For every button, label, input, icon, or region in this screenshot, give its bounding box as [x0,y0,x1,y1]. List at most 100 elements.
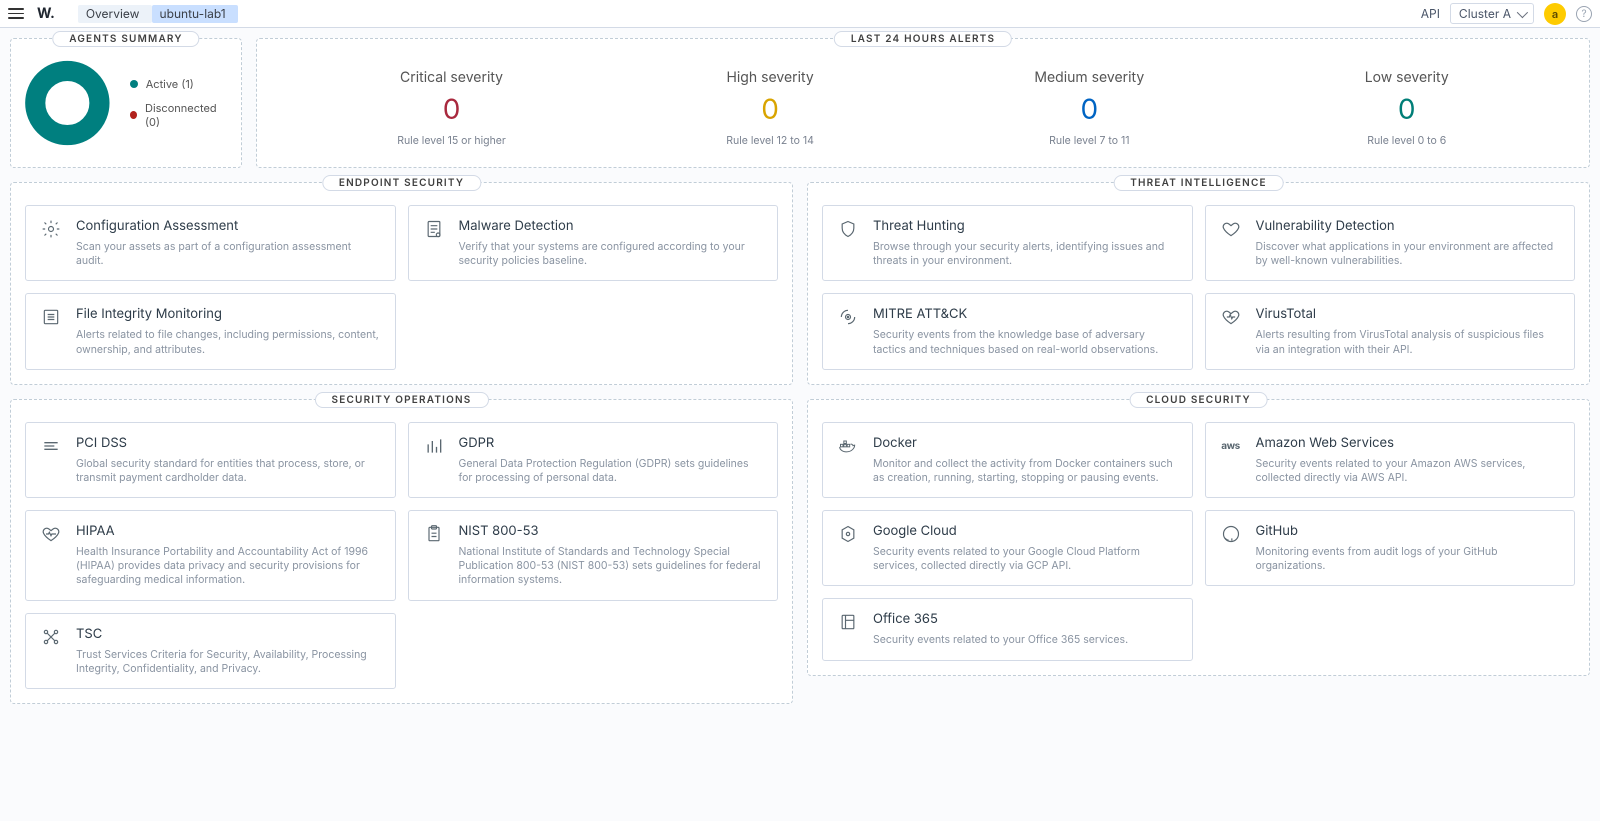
breadcrumbs: Overview ubuntu-lab1 [78,5,238,23]
card-amazon-web-services[interactable]: aws Amazon Web Services Security events re… [1205,422,1576,498]
docker-icon [837,435,859,457]
card-threat-hunting[interactable]: Threat Hunting Browse through your securi… [822,205,1193,281]
legend-dot-disconnected-icon [130,111,137,119]
listdoc-icon [40,306,62,328]
card-title: NIST 800-53 [459,523,764,539]
page-content: AGENTS SUMMARY Active (1) Disconnected (… [0,28,1600,714]
card-title: Office 365 [873,611,1178,627]
card-nist-800-53[interactable]: NIST 800-53 National Institute of Standar… [408,510,779,601]
card-title: PCI DSS [76,435,381,451]
legend-label-disconnected: Disconnected (0) [145,101,227,129]
card-title: HIPAA [76,523,381,539]
user-avatar[interactable]: a [1544,3,1566,25]
alert-col-low[interactable]: Low severity0Rule level 0 to 6 [1365,69,1449,147]
target-icon [837,306,859,328]
card-docker[interactable]: Docker Monitor and collect the activity f… [822,422,1193,498]
card-desc: Monitoring events from audit logs of you… [1256,545,1561,573]
card-desc: Global security standard for entities th… [76,457,381,485]
card-desc: Alerts resulting from VirusTotal analysi… [1256,328,1561,356]
heart-icon [1220,218,1242,240]
app-logo[interactable]: W. [33,5,59,22]
alert-rule: Rule level 12 to 14 [726,134,814,147]
menu-toggle-button[interactable] [8,6,24,22]
card-github[interactable]: GitHub Monitoring events from audit logs … [1205,510,1576,586]
endpoint-security-title: ENDPOINT SECURITY [322,175,481,191]
card-desc: General Data Protection Regulation (GDPR… [459,457,764,485]
alerts-panel: LAST 24 HOURS ALERTS Critical severity0R… [256,38,1590,168]
card-title: Google Cloud [873,523,1178,539]
pulse-icon [1220,306,1242,328]
card-desc: Security events from the knowledge base … [873,328,1178,356]
alert-label: High severity [726,69,814,86]
cloud-security-panel: CLOUD SECURITY DockerMonitor and collect… [807,399,1590,676]
card-gdpr[interactable]: GDPR General Data Protection Regulation (… [408,422,779,498]
agents-summary-title: AGENTS SUMMARY [52,31,199,47]
card-title: Docker [873,435,1178,451]
card-malware-detection[interactable]: Malware Detection Verify that your system… [408,205,779,281]
agents-legend: Active (1) Disconnected (0) [130,77,227,129]
office-icon [837,611,859,633]
alert-label: Low severity [1365,69,1449,86]
card-title: TSC [76,626,381,642]
card-title: Vulnerability Detection [1256,218,1561,234]
security-operations-panel: SECURITY OPERATIONS PCI DSSGlobal securi… [10,399,793,704]
bars-icon [423,435,445,457]
alerts-title: LAST 24 HOURS ALERTS [834,31,1012,47]
alert-rule: Rule level 15 or higher [397,134,506,147]
card-title: MITRE ATT&CK [873,306,1178,322]
clip-icon [423,523,445,545]
alert-col-critical[interactable]: Critical severity 0 Rule level 15 or highe… [397,69,506,147]
alert-label: Medium severity [1034,69,1144,86]
threat-intelligence-panel: THREAT INTELLIGENCE Threat HuntingBrowse… [807,182,1590,385]
card-google-cloud[interactable]: Google Cloud Security events related to y… [822,510,1193,586]
card-title: Configuration Assessment [76,218,381,234]
endpoint-security-panel: ENDPOINT SECURITY Configuration Assessme… [10,182,793,385]
card-desc: Health Insurance Portability and Account… [76,545,381,588]
card-title: VirusTotal [1256,306,1561,322]
card-hipaa[interactable]: HIPAA Health Insurance Portability and Ac… [25,510,396,601]
card-virustotal[interactable]: VirusTotal Alerts resulting from VirusTot… [1205,293,1576,369]
card-office-365[interactable]: Office 365 Security events related to you… [822,598,1193,660]
card-desc: Discover what applications in your envir… [1256,240,1561,268]
card-title: File Integrity Monitoring [76,306,381,322]
breadcrumb-ubuntu-lab1[interactable]: ubuntu-lab1 [152,5,238,23]
api-link[interactable]: API [1421,6,1440,21]
legend-item-disconnected[interactable]: Disconnected (0) [130,101,227,129]
cluster-selector[interactable]: Cluster A [1450,3,1534,24]
aws-icon: aws [1220,435,1242,457]
card-desc: Monitor and collect the activity from Do… [873,457,1178,485]
card-desc: Security events related to your Office 3… [873,633,1178,647]
alert-rule: Rule level 0 to 6 [1365,134,1449,147]
card-desc: Verify that your systems are configured … [459,240,764,268]
stack-icon [40,435,62,457]
alert-col-medium[interactable]: Medium severity0Rule level 7 to 11 [1034,69,1144,147]
card-desc: Security events related to your Google C… [873,545,1178,573]
breadcrumb-overview[interactable]: Overview [78,5,152,23]
card-mitre-att-ck[interactable]: MITRE ATT&CK Security events from the kno… [822,293,1193,369]
card-file-integrity-monitoring[interactable]: File Integrity MonitoringAlerts related … [25,293,396,369]
card-desc: National Institute of Standards and Tech… [459,545,764,588]
card-title: Amazon Web Services [1256,435,1561,451]
card-title: GDPR [459,435,764,451]
card-desc: Security events related to your Amazon A… [1256,457,1561,485]
legend-label-active: Active (1) [146,77,194,91]
chevron-down-icon [1517,6,1528,17]
alert-col-high[interactable]: High severity 0 Rule level 12 to 14 [726,69,814,147]
alert-value: 0 [397,92,506,126]
card-tsc[interactable]: TSCTrust Services Criteria for Security,… [25,613,396,689]
alert-value: 0 [726,92,814,126]
card-configuration-assessment[interactable]: Configuration Assessment Scan your assets… [25,205,396,281]
agents-summary-panel: AGENTS SUMMARY Active (1) Disconnected (… [10,38,242,168]
card-desc: Browse through your security alerts, ide… [873,240,1178,268]
card-title: GitHub [1256,523,1561,539]
card-desc: Scan your assets as part of a configurat… [76,240,381,268]
card-pci-dss[interactable]: PCI DSS Global security standard for enti… [25,422,396,498]
cloud-security-title: CLOUD SECURITY [1129,392,1268,408]
legend-item-active[interactable]: Active (1) [130,77,227,91]
alert-label: Critical severity [397,69,506,86]
card-title: Threat Hunting [873,218,1178,234]
heartb-icon [40,523,62,545]
help-icon[interactable]: ? [1576,6,1592,22]
card-vulnerability-detection[interactable]: Vulnerability Detection Discover what app… [1205,205,1576,281]
card-title: Malware Detection [459,218,764,234]
